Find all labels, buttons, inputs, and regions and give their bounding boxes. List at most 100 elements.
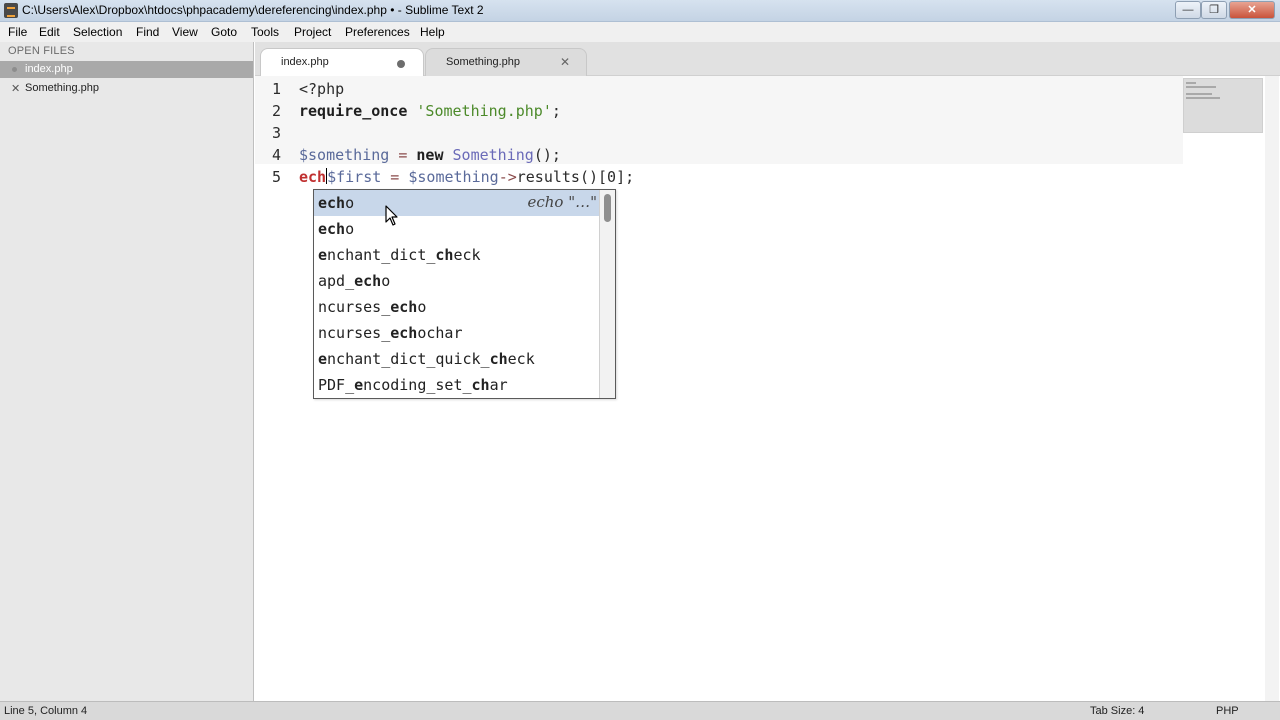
rest-text: o	[417, 298, 427, 316]
window-title: C:\Users\Alex\Dropbox\htdocs\phpacademy\…	[22, 3, 484, 17]
menu-goto[interactable]: Goto	[211, 25, 237, 39]
code-line-1: <?php	[299, 80, 344, 98]
rest-text: ar	[489, 376, 508, 394]
minimap-line	[1186, 93, 1212, 95]
sidebar-file-index[interactable]: index.php	[0, 61, 253, 78]
open-files-heading: OPEN FILES	[8, 45, 75, 57]
match-text: ch	[489, 350, 508, 368]
code-token: ;	[551, 102, 561, 120]
code-token: ech	[299, 168, 327, 186]
minimap-line	[1186, 82, 1196, 84]
code-line-5: ech$first = $something->results()[0];	[299, 168, 634, 186]
code-token: $something	[408, 168, 499, 186]
autocomplete-item[interactable]: echo echo "…"	[314, 190, 599, 216]
mouse-pointer-icon	[385, 205, 398, 226]
code-line-2: require_once 'Something.php';	[299, 102, 561, 120]
menu-tools[interactable]: Tools	[251, 25, 279, 39]
close-icon[interactable]: ✕	[11, 82, 20, 95]
dot-icon[interactable]	[397, 60, 405, 68]
line-number: 5	[271, 168, 281, 186]
autocomplete-popup: echo echo "…" echo enchant_dict_check ap…	[313, 189, 616, 399]
rest-text: o	[345, 220, 355, 238]
tab-label: Something.php	[446, 56, 520, 68]
autocomplete-item[interactable]: enchant_dict_quick_check	[314, 346, 599, 372]
line-number: 2	[271, 102, 281, 120]
tab-something-php[interactable]: Something.php ✕	[425, 48, 587, 76]
sidebar-file-label: index.php	[25, 63, 73, 75]
line-number: 1	[271, 80, 281, 98]
menu-file[interactable]: File	[8, 25, 27, 39]
rest-text: ochar	[417, 324, 463, 342]
rest-text: eck	[507, 350, 535, 368]
match-text: ch	[435, 246, 454, 264]
sublime-text-icon	[4, 3, 18, 18]
rest-text: eck	[453, 246, 481, 264]
tab-index-php[interactable]: index.php	[260, 48, 424, 76]
code-token: =	[381, 168, 409, 186]
rest-text: nchant_dict_	[327, 246, 436, 264]
code-token: ();	[533, 146, 561, 164]
tab-label: index.php	[281, 56, 329, 68]
menu-find[interactable]: Find	[136, 25, 159, 39]
rest-text: nchant_dict_quick_	[327, 350, 490, 368]
code-token: Something	[452, 146, 534, 164]
autocomplete-scrollbar[interactable]	[599, 190, 615, 398]
match-text: ech	[354, 272, 382, 290]
rest-text: ncurses_	[318, 298, 391, 316]
code-token: $first	[327, 168, 382, 186]
close-icon[interactable]: ✕	[560, 55, 570, 69]
minimap[interactable]	[1183, 78, 1263, 133]
match-text: e	[318, 246, 328, 264]
sidebar-file-label: Something.php	[25, 82, 99, 94]
code-token: new	[416, 146, 444, 164]
syntax-selector[interactable]: PHP	[1216, 705, 1239, 717]
scrollbar-thumb[interactable]	[604, 194, 611, 222]
menu-preferences[interactable]: Preferences	[345, 25, 410, 39]
autocomplete-item[interactable]: PDF_encoding_set_char	[314, 372, 599, 398]
maximize-button[interactable]: ❐	[1201, 1, 1227, 19]
autocomplete-item[interactable]: echo	[314, 216, 599, 242]
code-token: =	[389, 146, 417, 164]
code-token: results()[0];	[516, 168, 635, 186]
menu-view[interactable]: View	[172, 25, 198, 39]
autocomplete-item[interactable]: apd_echo	[314, 268, 599, 294]
tab-size-selector[interactable]: Tab Size: 4	[1090, 705, 1144, 717]
autocomplete-item[interactable]: ncurses_echochar	[314, 320, 599, 346]
snippet-hint: echo "…"	[527, 193, 597, 211]
minimap-line	[1186, 97, 1220, 99]
rest-text: ncurses_	[318, 324, 391, 342]
rest-text: o	[381, 272, 391, 290]
match-text: ech	[390, 324, 418, 342]
rest-text: o	[345, 194, 355, 212]
rest-text: apd_	[318, 272, 355, 290]
code-token: $something	[299, 146, 390, 164]
menu-project[interactable]: Project	[294, 25, 331, 39]
rest-text: PDF_	[318, 376, 355, 394]
sidebar-file-something[interactable]: ✕ Something.php	[0, 80, 253, 97]
menu-bar: File Edit Selection Find View Goto Tools…	[0, 22, 1280, 42]
menu-selection[interactable]: Selection	[73, 25, 122, 39]
line-number: 3	[271, 124, 281, 142]
sidebar: OPEN FILES index.php ✕ Something.php	[0, 42, 254, 701]
match-text: e	[354, 376, 364, 394]
status-bar: Line 5, Column 4 Tab Size: 4 PHP	[0, 701, 1280, 720]
code-token: require_once	[299, 102, 408, 120]
close-window-button[interactable]: ✕	[1229, 1, 1275, 19]
dot-icon[interactable]	[12, 67, 17, 72]
code-line-4: $something = new Something();	[299, 146, 561, 164]
menu-help[interactable]: Help	[420, 25, 445, 39]
match-text: ech	[318, 220, 346, 238]
minimize-button[interactable]: —	[1175, 1, 1201, 19]
cursor-position: Line 5, Column 4	[4, 705, 88, 717]
line-number: 4	[271, 146, 281, 164]
menu-edit[interactable]: Edit	[39, 25, 60, 39]
match-text: ech	[390, 298, 418, 316]
autocomplete-item[interactable]: enchant_dict_check	[314, 242, 599, 268]
match-text: ch	[471, 376, 490, 394]
title-bar: C:\Users\Alex\Dropbox\htdocs\phpacademy\…	[0, 0, 1280, 22]
code-token: ->	[498, 168, 517, 186]
minimap-line	[1186, 86, 1216, 88]
autocomplete-item[interactable]: ncurses_echo	[314, 294, 599, 320]
vertical-scrollbar[interactable]	[1265, 76, 1279, 701]
